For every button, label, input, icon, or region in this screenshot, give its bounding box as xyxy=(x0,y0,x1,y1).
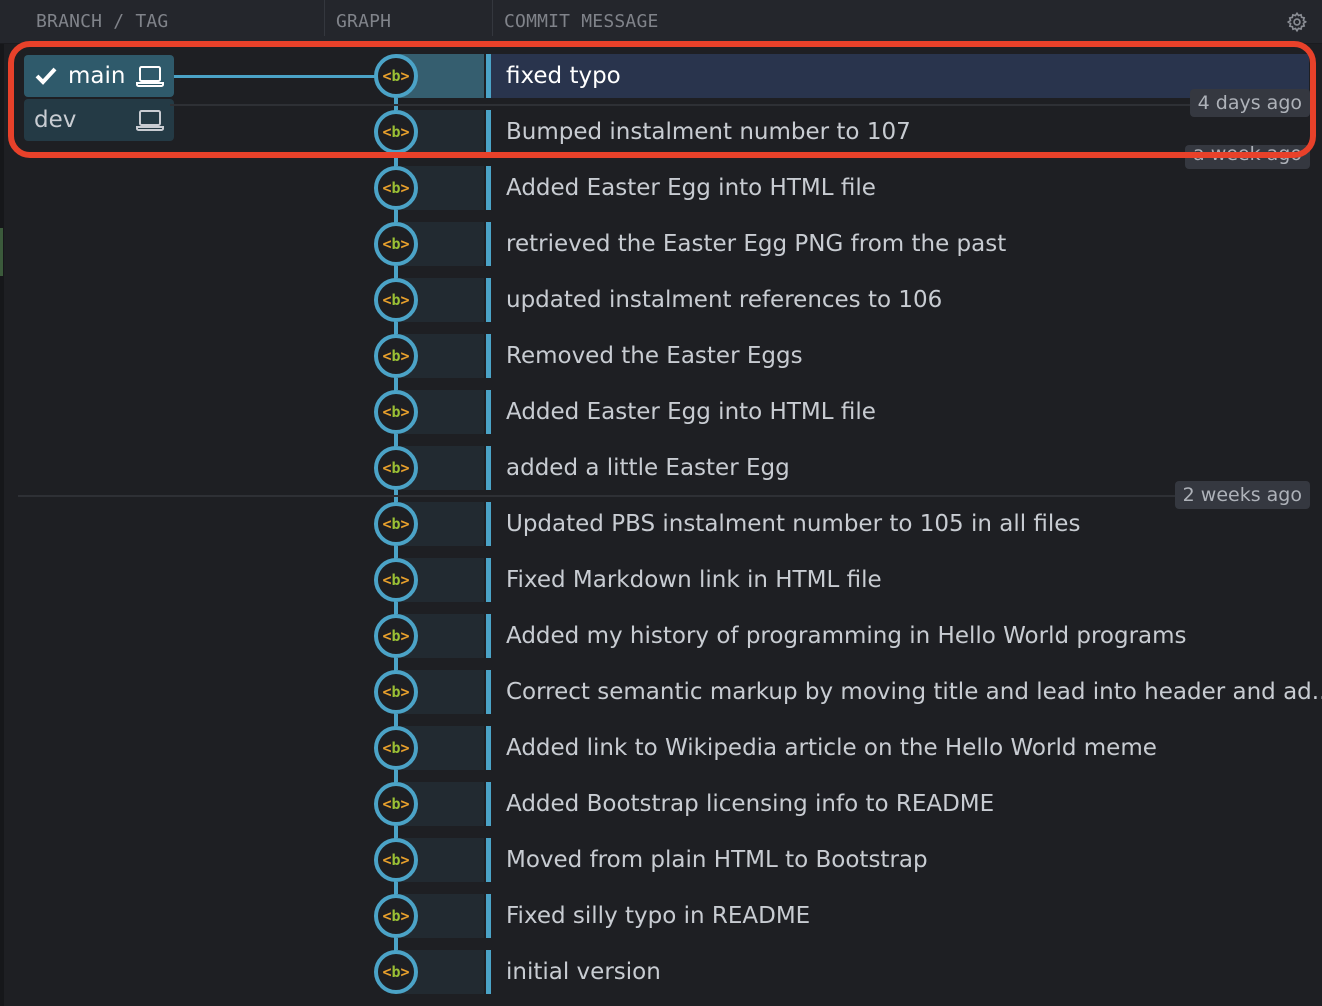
commit-avatar[interactable]: <b> xyxy=(374,390,418,434)
commit-avatar[interactable]: <b> xyxy=(374,894,418,938)
branch-label: dev xyxy=(34,107,77,133)
commit-message: Fixed Markdown link in HTML file xyxy=(506,567,882,593)
header-graph[interactable]: GRAPH xyxy=(336,0,391,44)
commit-row[interactable]: <b> Correct semantic markup by moving tit… xyxy=(0,664,1322,748)
commit-row[interactable]: <b> Added Easter Egg into HTML file xyxy=(0,160,1322,244)
commit-row[interactable]: <b> Added Easter Egg into HTML file xyxy=(0,384,1322,468)
commit-row[interactable]: <b> Added my history of programming in He… xyxy=(0,608,1322,692)
row-indicator xyxy=(486,54,491,98)
commit-message: Moved from plain HTML to Bootstrap xyxy=(506,847,928,873)
check-icon xyxy=(35,67,57,85)
time-marker: 2 weeks ago xyxy=(1174,481,1310,509)
commit-row[interactable]: <b> Updated PBS instalment number to 105 … xyxy=(0,496,1322,580)
time-marker: 4 days ago xyxy=(1189,89,1310,117)
commit-message: initial version xyxy=(506,959,661,985)
row-indicator xyxy=(486,558,491,602)
commit-message: Updated PBS instalment number to 105 in … xyxy=(506,511,1081,537)
time-marker: a week ago xyxy=(1185,145,1310,169)
commit-avatar[interactable]: <b> xyxy=(374,278,418,322)
commit-message: Added Easter Egg into HTML file xyxy=(506,175,876,201)
laptop-icon xyxy=(136,66,164,87)
commit-avatar[interactable]: <b> xyxy=(374,838,418,882)
row-indicator xyxy=(486,446,491,490)
row-indicator xyxy=(486,670,491,714)
commit-message: added a little Easter Egg xyxy=(506,455,790,481)
commit-row[interactable]: <b> updated instalment references to 106 xyxy=(0,272,1322,356)
gear-icon[interactable] xyxy=(1286,11,1308,33)
commit-message: Added my history of programming in Hello… xyxy=(506,623,1187,649)
laptop-icon xyxy=(136,110,164,131)
header-branch-tag[interactable]: BRANCH / TAG xyxy=(36,0,168,44)
commit-row[interactable]: <b> Added link to Wikipedia article on th… xyxy=(0,720,1322,804)
commit-row[interactable]: <b> Removed the Easter Eggs xyxy=(0,328,1322,412)
commit-avatar[interactable]: <b> xyxy=(374,446,418,490)
row-indicator xyxy=(486,166,491,210)
commit-message: Removed the Easter Eggs xyxy=(506,343,803,369)
row-indicator xyxy=(486,502,491,546)
column-separator[interactable] xyxy=(324,0,325,36)
commit-avatar[interactable]: <b> xyxy=(374,950,418,994)
commit-row[interactable]: <b> Moved from plain HTML to Bootstrap xyxy=(0,832,1322,916)
branch-connector-line xyxy=(174,75,376,78)
commit-row[interactable]: <b> initial version xyxy=(0,944,1322,1000)
row-indicator xyxy=(486,782,491,826)
commit-row[interactable]: <b> Fixed silly typo in README xyxy=(0,888,1322,972)
commit-row[interactable]: <b> added a little Easter Egg xyxy=(0,440,1322,524)
commit-message: retrieved the Easter Egg PNG from the pa… xyxy=(506,231,1007,257)
commit-row[interactable]: <b> retrieved the Easter Egg PNG from the… xyxy=(0,216,1322,300)
row-indicator xyxy=(486,950,491,994)
commit-avatar[interactable]: <b> xyxy=(374,614,418,658)
commit-message: fixed typo xyxy=(506,63,621,89)
row-indicator xyxy=(486,726,491,770)
commit-message: Added link to Wikipedia article on the H… xyxy=(506,735,1157,761)
branch-dev[interactable]: dev xyxy=(24,99,174,141)
commit-avatar[interactable]: <b> xyxy=(374,110,418,154)
commit-avatar[interactable]: <b> xyxy=(374,54,418,98)
row-indicator xyxy=(486,390,491,434)
row-indicator xyxy=(486,614,491,658)
row-indicator xyxy=(486,894,491,938)
commit-row[interactable]: <b> Added Bootstrap licensing info to REA… xyxy=(0,776,1322,860)
commit-avatar[interactable]: <b> xyxy=(374,670,418,714)
row-indicator xyxy=(486,110,491,154)
commit-message: updated instalment references to 106 xyxy=(506,287,943,313)
row-indicator xyxy=(486,838,491,882)
commit-message: Fixed silly typo in README xyxy=(506,903,811,929)
branch-main[interactable]: main xyxy=(24,55,174,97)
column-header: BRANCH / TAG GRAPH COMMIT MESSAGE xyxy=(0,0,1322,44)
column-separator[interactable] xyxy=(492,0,493,36)
commit-message: Bumped instalment number to 107 xyxy=(506,119,911,145)
header-commit-message[interactable]: COMMIT MESSAGE xyxy=(504,0,659,44)
commit-avatar[interactable]: <b> xyxy=(374,334,418,378)
row-indicator xyxy=(486,222,491,266)
commit-row[interactable]: <b> Fixed Markdown link in HTML file xyxy=(0,552,1322,636)
commit-avatar[interactable]: <b> xyxy=(374,558,418,602)
commit-avatar[interactable]: <b> xyxy=(374,782,418,826)
commit-message: Added Easter Egg into HTML file xyxy=(506,399,876,425)
row-indicator xyxy=(486,334,491,378)
branch-label: main xyxy=(68,63,126,89)
commit-avatar[interactable]: <b> xyxy=(374,502,418,546)
time-divider xyxy=(170,104,1210,106)
commit-message: Correct semantic markup by moving title … xyxy=(506,679,1322,705)
commit-message: Added Bootstrap licensing info to README xyxy=(506,791,995,817)
time-divider xyxy=(18,495,1188,497)
commit-avatar[interactable]: <b> xyxy=(374,222,418,266)
commit-row[interactable]: <b> Bumped instalment number to 107 xyxy=(0,104,1322,188)
row-indicator xyxy=(486,278,491,322)
commit-avatar[interactable]: <b> xyxy=(374,726,418,770)
commit-avatar[interactable]: <b> xyxy=(374,166,418,210)
